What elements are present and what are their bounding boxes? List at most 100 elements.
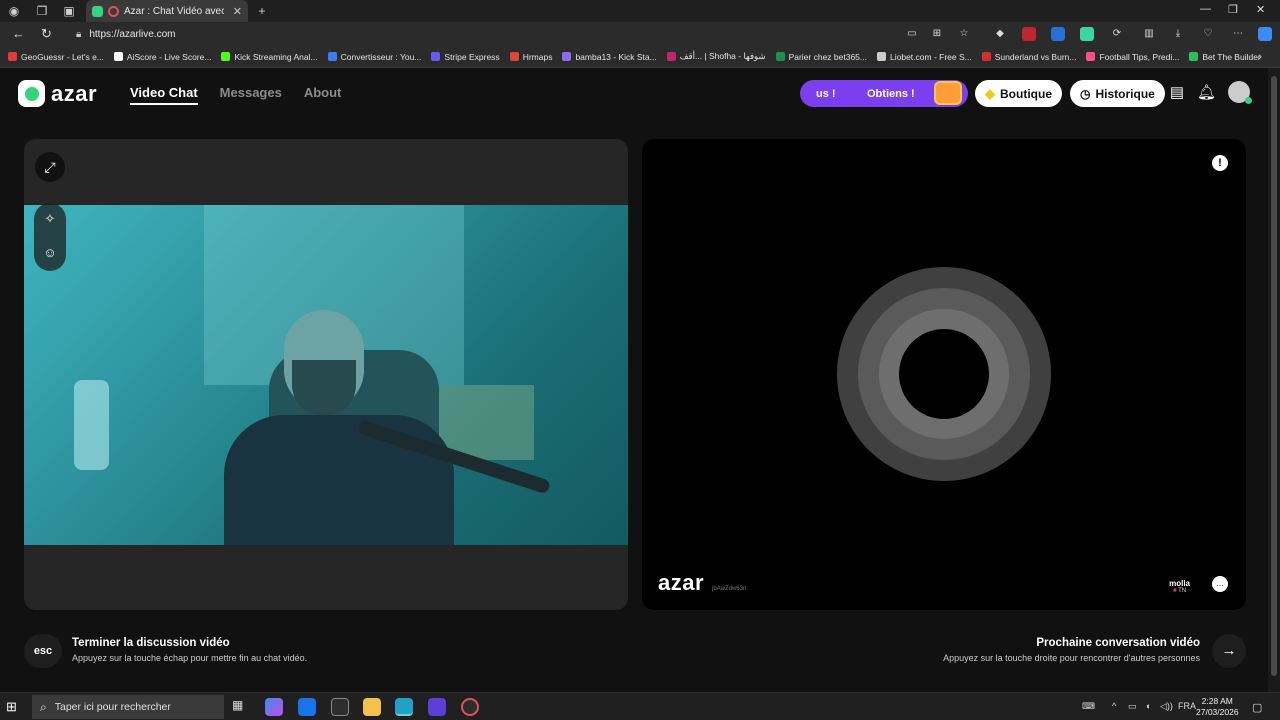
app-icon-2[interactable] [428, 698, 446, 716]
clock-date: 27/03/2026 [1196, 707, 1239, 717]
address-bar[interactable]: 🔒︎ https://azarlive.com [76, 25, 976, 43]
expand-icon[interactable]: ⤢ [35, 152, 65, 182]
tray-expand-icon[interactable]: ^ [1112, 701, 1116, 711]
notification-icon[interactable]: ▢ [1252, 701, 1262, 714]
bookmark-favicon-icon [775, 52, 785, 61]
promo-banner[interactable]: us ! Obtiens ! [800, 80, 968, 107]
bookmark-item[interactable]: Stripe Express [431, 52, 500, 62]
bookmark-favicon-icon [431, 52, 441, 61]
clock-icon: ◷ [1080, 86, 1091, 101]
azar-logo[interactable]: azar [18, 80, 97, 107]
workspaces-icon[interactable]: ❐ [34, 3, 50, 19]
user-avatar[interactable] [1228, 81, 1252, 104]
outlook-icon[interactable] [298, 698, 316, 716]
bookmark-label: Convertisseur : You... [340, 51, 422, 62]
flag-icon: ■ [1172, 588, 1177, 594]
history-button[interactable]: ◷ Historique [1070, 80, 1165, 107]
more-menu-icon[interactable]: ⋯ [1231, 27, 1245, 41]
mic-icon[interactable]: ◖ [1145, 701, 1150, 711]
browser-essentials-icon[interactable]: ♡ [1201, 27, 1215, 41]
minimize-icon[interactable]: — [1200, 3, 1211, 15]
bookmark-label: Bet The Builder [1202, 51, 1261, 62]
report-icon[interactable]: ! [1212, 155, 1228, 171]
treasure-chest-icon [934, 81, 962, 105]
bookmark-item[interactable]: Kick Streaming Anal... [221, 51, 318, 62]
chat-bubble-icon[interactable]: … [1212, 576, 1228, 592]
task-view-icon[interactable]: ▦ [232, 698, 250, 716]
tab-azar[interactable]: Azar : Chat Vidéo avec de n ✕ [86, 0, 248, 22]
bookmark-favicon-icon [666, 52, 676, 61]
bookmark-item[interactable]: Liobet.com - Free S... [877, 52, 972, 62]
search-placeholder: Taper ici pour rechercher [54, 701, 171, 713]
bookmark-item[interactable]: AiScore - Live Score... [113, 52, 211, 62]
camera-icon[interactable]: ▭ [905, 27, 919, 41]
bookmark-favicon-icon [877, 52, 886, 61]
app-icon-3[interactable] [461, 698, 479, 716]
taskbar-search[interactable]: ⌕ Taper ici pour rechercher [32, 695, 224, 719]
bookmark-item[interactable]: Football Tips, Predi... [1086, 52, 1179, 62]
extension-1-icon[interactable]: ◆ [993, 27, 1007, 41]
language-indicator[interactable]: FRA [1178, 701, 1196, 711]
favorite-star-icon[interactable]: ☆ [957, 27, 971, 41]
restore-icon[interactable]: ❐ [1228, 3, 1238, 16]
bookmark-item[interactable]: bamba13 - Kick Sta... [562, 52, 657, 62]
bookmark-item[interactable]: Sunderland vs Burn... [981, 52, 1076, 62]
close-tab-icon[interactable]: ✕ [233, 5, 242, 18]
volume-icon[interactable]: ◁)) [1160, 701, 1173, 712]
download-icon[interactable]: ⤓ [1171, 27, 1185, 41]
bookmark-label: Hrmaps [522, 51, 553, 62]
partner-video-panel: ! azar jbAwZdw63n molla ■ TN … [642, 139, 1246, 610]
bookmark-favicon-icon [562, 52, 572, 61]
bookmark-favicon-icon [221, 52, 231, 61]
end-chat-subtitle: Appuyez sur la touche échap pour mettre … [72, 653, 308, 663]
edge-icon[interactable] [395, 698, 413, 716]
bookmark-item[interactable]: Hrmaps [509, 51, 553, 62]
tab-title: Azar : Chat Vidéo avec de n [124, 5, 224, 17]
copilot-icon[interactable] [1258, 27, 1272, 41]
keyboard-icon[interactable]: ⌨ [1082, 701, 1095, 712]
extension-4-icon[interactable] [1080, 27, 1094, 41]
network-icon[interactable]: ▭ [1128, 701, 1137, 712]
magic-wand-icon[interactable]: ✧ [42, 211, 58, 227]
page-scrollbar[interactable] [1268, 68, 1280, 692]
bookmark-favicon-icon [1086, 52, 1096, 61]
back-icon[interactable]: ← [12, 26, 25, 41]
bookmark-item[interactable]: Parier chez bet365... [775, 52, 867, 62]
bookmark-label: Kick Streaming Anal... [234, 51, 318, 62]
shop-button[interactable]: ◆ Boutique [975, 80, 1062, 107]
bookmark-item[interactable]: Bet The Builder [1189, 51, 1261, 62]
self-video-panel [24, 139, 628, 610]
nav-video-chat[interactable]: Video Chat [130, 85, 198, 105]
extension-3-icon[interactable] [1051, 27, 1065, 41]
store-icon[interactable]: ▤ [1168, 84, 1186, 102]
new-tab-icon[interactable]: + [254, 3, 270, 19]
app-install-icon[interactable]: ⊞ [930, 27, 944, 41]
tab-actions-icon[interactable]: ▣ [61, 3, 77, 19]
reload-icon[interactable]: ↻ [41, 26, 52, 42]
nav-messages[interactable]: Messages [220, 85, 282, 105]
bell-icon[interactable]: 🔔︎ [1197, 84, 1216, 102]
store-app-icon[interactable] [331, 698, 349, 716]
bookmark-item[interactable]: Convertisseur : You... [327, 51, 422, 62]
bookmark-item[interactable]: أقف... | Shofha - شوفها [666, 51, 766, 62]
bookmark-favicon-icon [327, 52, 337, 61]
split-screen-icon[interactable]: ▥ [1142, 27, 1156, 41]
file-explorer-icon[interactable] [363, 698, 381, 716]
sticker-face-icon[interactable]: ☺ [42, 245, 58, 261]
bookmarks-overflow-icon[interactable]: › [1258, 51, 1262, 63]
partner-country: ■ TN [1172, 588, 1187, 594]
close-window-icon[interactable]: ✕ [1256, 3, 1265, 16]
next-chat-hint: Prochaine conversation vidéo Appuyez sur… [886, 632, 1246, 672]
copilot-app-icon[interactable] [265, 698, 283, 716]
site-info-icon[interactable]: 🔒︎ [76, 29, 81, 40]
system-clock[interactable]: 2:28 AM 27/03/2026 [1196, 696, 1239, 718]
esc-button[interactable]: esc [24, 634, 62, 668]
extension-2-icon[interactable] [1022, 27, 1036, 41]
next-arrow-button[interactable]: → [1212, 634, 1246, 668]
windows-start-icon[interactable]: ⊞ [6, 699, 17, 715]
refresh-extension-icon[interactable]: ⟳ [1110, 27, 1124, 41]
bookmark-item[interactable]: GeoGuessr - Let's e... [8, 52, 104, 62]
effects-toolbar: ✧ ☺ [34, 203, 66, 271]
profile-icon[interactable]: ◉ [6, 3, 22, 19]
nav-about[interactable]: About [304, 85, 342, 105]
